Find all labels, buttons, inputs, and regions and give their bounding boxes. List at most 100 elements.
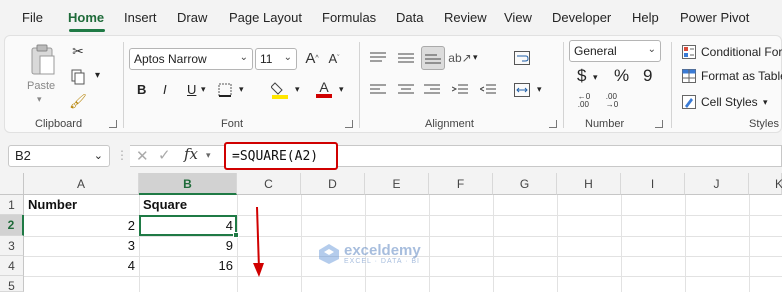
column-header-g[interactable]: G (493, 173, 557, 195)
font-size-select[interactable]: 11 ⌄ (255, 48, 297, 70)
tab-home[interactable]: Home (68, 10, 104, 25)
cell-a4[interactable]: 4 (24, 258, 139, 276)
formula-bar: B2 ⌄ ⋮ ✕ ✓ fx ▾ =SQUARE(A2) (0, 139, 782, 173)
tab-developer[interactable]: Developer (552, 10, 611, 25)
borders-chevron-icon[interactable]: ▾ (239, 84, 244, 95)
font-launcher-icon[interactable] (345, 120, 353, 128)
outdent-icon[interactable] (477, 80, 499, 100)
merge-chevron-icon[interactable]: ▾ (537, 84, 542, 95)
gridline (621, 195, 622, 292)
format-table-icon[interactable] (681, 68, 697, 84)
cell-b3[interactable]: 9 (139, 238, 237, 256)
cell-a1[interactable]: Number (24, 197, 139, 215)
row-header-3[interactable]: 3 (0, 236, 24, 256)
underline-button[interactable]: U (187, 82, 196, 97)
cut-icon[interactable]: ✂ (69, 42, 87, 60)
column-header-j[interactable]: J (685, 173, 749, 195)
number-launcher-icon[interactable] (655, 120, 663, 128)
fill-color-chevron-icon[interactable]: ▾ (295, 84, 300, 95)
conditional-formatting-button[interactable]: Conditional For (701, 45, 782, 59)
row-header-1[interactable]: 1 (0, 195, 24, 215)
font-color-icon[interactable]: A (313, 78, 335, 100)
row-header-2[interactable]: 2 (0, 215, 24, 236)
alignment-launcher-icon[interactable] (549, 120, 557, 128)
copy-chevron-icon[interactable]: ▾ (95, 70, 100, 81)
align-top-icon[interactable] (367, 48, 389, 68)
column-header-k[interactable]: K (749, 173, 782, 195)
column-header-f[interactable]: F (429, 173, 493, 195)
cell-styles-chevron-icon[interactable]: ▾ (763, 97, 768, 108)
tab-page-layout[interactable]: Page Layout (229, 10, 302, 25)
more-icon: ⋮ (116, 148, 128, 162)
number-format-select[interactable]: General ⌄ (569, 40, 661, 62)
font-color-chevron-icon[interactable]: ▾ (339, 84, 344, 95)
borders-icon[interactable] (215, 80, 235, 100)
decrease-decimal-icon[interactable]: .00 →0 (601, 92, 623, 110)
column-header-a[interactable]: A (24, 173, 139, 195)
cell-styles-button[interactable]: Cell Styles (701, 95, 758, 109)
select-all-button[interactable] (0, 173, 24, 195)
fill-handle[interactable] (233, 232, 239, 238)
row-header-5[interactable]: 5 (0, 276, 24, 292)
font-name-select[interactable]: Aptos Narrow ⌄ (129, 48, 253, 70)
tab-file[interactable]: File (22, 10, 43, 25)
paste-label[interactable]: Paste (27, 80, 55, 92)
align-bottom-icon[interactable] (421, 46, 445, 70)
cell-b4[interactable]: 16 (139, 258, 237, 276)
tab-help[interactable]: Help (632, 10, 659, 25)
align-center-icon[interactable] (395, 80, 417, 100)
paste-chevron-icon[interactable]: ▾ (37, 94, 42, 105)
italic-button[interactable]: I (163, 82, 167, 97)
enter-icon[interactable]: ✓ (158, 146, 171, 164)
currency-button[interactable]: $ (577, 66, 586, 86)
column-header-h[interactable]: H (557, 173, 621, 195)
tab-insert[interactable]: Insert (124, 10, 157, 25)
format-painter-icon[interactable]: 🖌 (69, 92, 87, 110)
exceldemy-logo-icon (319, 244, 339, 264)
column-header-b[interactable]: B (139, 173, 237, 195)
column-header-c[interactable]: C (237, 173, 301, 195)
column-header-i[interactable]: I (621, 173, 685, 195)
indent-icon[interactable] (449, 80, 471, 100)
decrease-font-icon[interactable]: Aˇ (325, 48, 343, 68)
comma-style-button[interactable]: 9 (643, 66, 652, 86)
column-header-e[interactable]: E (365, 173, 429, 195)
align-right-icon[interactable] (421, 80, 443, 100)
tab-view[interactable]: View (504, 10, 532, 25)
row-header-4[interactable]: 4 (0, 256, 24, 276)
insert-function-button[interactable]: fx (184, 145, 198, 163)
percent-button[interactable]: % (614, 66, 629, 86)
currency-chevron-icon[interactable]: ▾ (593, 72, 598, 83)
gridline (24, 276, 782, 277)
tab-formulas[interactable]: Formulas (322, 10, 376, 25)
wrap-text-icon[interactable] (511, 48, 533, 68)
format-as-table-button[interactable]: Format as Table (701, 69, 782, 83)
tab-draw[interactable]: Draw (177, 10, 207, 25)
underline-chevron-icon[interactable]: ▾ (201, 84, 206, 95)
cancel-icon[interactable]: ✕ (136, 147, 149, 165)
orientation-chevron-icon[interactable]: ▾ (473, 52, 478, 63)
bold-button[interactable]: B (137, 82, 146, 97)
cell-a2[interactable]: 2 (24, 218, 139, 236)
cell-a3[interactable]: 3 (24, 238, 139, 256)
paste-icon[interactable] (27, 42, 59, 78)
merge-center-icon[interactable] (511, 80, 533, 100)
tab-power-pivot[interactable]: Power Pivot (680, 10, 749, 25)
copy-icon[interactable] (69, 68, 87, 86)
increase-decimal-icon[interactable]: ←0.00 (573, 92, 595, 110)
conditional-formatting-icon[interactable] (681, 44, 697, 60)
tab-data[interactable]: Data (396, 10, 423, 25)
name-box[interactable]: B2 ⌄ (8, 145, 110, 167)
cell-styles-icon[interactable] (681, 94, 697, 110)
formula-input[interactable]: =SQUARE(A2) (224, 142, 338, 170)
align-left-icon[interactable] (367, 80, 389, 100)
align-middle-icon[interactable] (395, 48, 417, 68)
formula-chevron-icon[interactable]: ▾ (206, 150, 211, 161)
clipboard-launcher-icon[interactable] (109, 120, 117, 128)
column-header-d[interactable]: D (301, 173, 365, 195)
orientation-icon[interactable]: ab↗ (448, 48, 471, 68)
fill-color-icon[interactable] (269, 78, 291, 100)
cell-b1[interactable]: Square (139, 197, 237, 215)
increase-font-icon[interactable]: A ^ (303, 48, 321, 68)
tab-review[interactable]: Review (444, 10, 487, 25)
